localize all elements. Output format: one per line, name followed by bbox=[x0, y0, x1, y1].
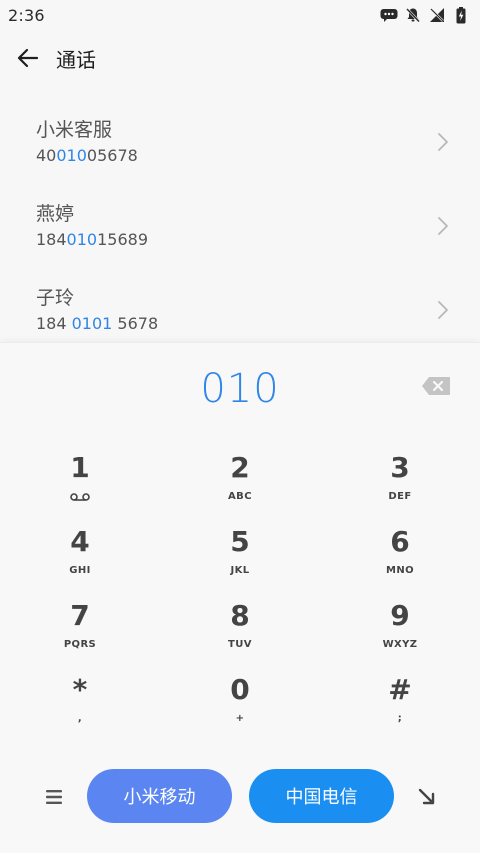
entered-number: 010 bbox=[200, 366, 280, 412]
call-sim2-button[interactable]: 中国电信 bbox=[249, 769, 394, 823]
key-digit: 4 bbox=[70, 525, 90, 558]
key-digit: 5 bbox=[230, 525, 250, 558]
key-5[interactable]: 5 JKL bbox=[160, 521, 320, 595]
number-match-highlight: 0101 bbox=[71, 314, 113, 333]
contact-row[interactable]: 子玲 184 0101 5678 bbox=[0, 268, 480, 352]
key-8[interactable]: 8 TUV bbox=[160, 595, 320, 669]
key-letters: PQRS bbox=[63, 639, 97, 650]
chevron-right-icon[interactable] bbox=[436, 300, 450, 320]
contact-suggestion-list: 小米客服 4001005678 燕婷 18401015689 子玲 184 01… bbox=[0, 100, 480, 352]
key-letters: + bbox=[235, 713, 245, 724]
key-digit: 8 bbox=[230, 599, 250, 632]
key-3[interactable]: 3 DEF bbox=[320, 447, 480, 521]
contact-name: 燕婷 bbox=[36, 203, 75, 225]
key-digit: # bbox=[388, 673, 412, 706]
back-button[interactable] bbox=[2, 30, 54, 86]
app-bar: 通话 bbox=[0, 30, 480, 86]
number-part: 184 bbox=[36, 314, 72, 333]
key-digit: 0 bbox=[230, 673, 250, 706]
contact-row[interactable]: 燕婷 18401015689 bbox=[0, 184, 480, 268]
contact-text: 小米客服 4001005678 bbox=[36, 117, 138, 167]
key-letters: ; bbox=[397, 713, 403, 724]
key-digit: 7 bbox=[70, 599, 90, 632]
key-9[interactable]: 9 WXYZ bbox=[320, 595, 480, 669]
key-letters: TUV bbox=[228, 639, 252, 650]
no-signal-icon bbox=[428, 6, 446, 24]
status-bar: 2:36 bbox=[0, 0, 480, 30]
status-time: 2:36 bbox=[8, 5, 45, 25]
key-letters: GHI bbox=[69, 565, 91, 576]
collapse-dialpad-button[interactable] bbox=[412, 783, 442, 811]
contact-name: 小米客服 bbox=[36, 119, 113, 141]
key-letters: JKL bbox=[230, 565, 250, 576]
key-letters: WXYZ bbox=[382, 639, 418, 650]
key-7[interactable]: 7 PQRS bbox=[0, 595, 160, 669]
key-4[interactable]: 4 GHI bbox=[0, 521, 160, 595]
contact-name: 子玲 bbox=[36, 287, 75, 309]
key-hash[interactable]: # ; bbox=[320, 669, 480, 743]
key-digit: 3 bbox=[390, 451, 410, 484]
key-6[interactable]: 6 MNO bbox=[320, 521, 480, 595]
page-title: 通话 bbox=[56, 47, 96, 72]
contact-number: 184 0101 5678 bbox=[36, 313, 158, 335]
key-letters: ABC bbox=[228, 491, 252, 502]
call-sim1-button[interactable]: 小米移动 bbox=[87, 769, 232, 823]
voicemail-icon bbox=[70, 491, 90, 503]
number-part: 05678 bbox=[86, 146, 138, 165]
key-digit: 2 bbox=[230, 451, 250, 484]
key-letters: , bbox=[77, 713, 83, 724]
status-icons bbox=[380, 6, 470, 24]
chevron-right-icon[interactable] bbox=[436, 132, 450, 152]
chat-bubble-icon bbox=[380, 6, 398, 24]
key-letters: DEF bbox=[388, 491, 412, 502]
number-part: 15689 bbox=[97, 230, 148, 249]
battery-charging-icon bbox=[452, 6, 470, 24]
dialpad-panel: 010 1 2 ABC 3 DEF 4 GHI 5 JKL 6 MNO 7 PQ… bbox=[0, 342, 480, 853]
number-part: 40 bbox=[36, 146, 57, 165]
keypad: 1 2 ABC 3 DEF 4 GHI 5 JKL 6 MNO 7 PQRS 8… bbox=[0, 447, 480, 743]
number-match-highlight: 010 bbox=[66, 230, 98, 249]
key-2[interactable]: 2 ABC bbox=[160, 447, 320, 521]
menu-icon bbox=[46, 790, 62, 804]
key-1[interactable]: 1 bbox=[0, 447, 160, 521]
bell-off-icon bbox=[404, 6, 422, 24]
backspace-icon bbox=[422, 377, 450, 395]
menu-button[interactable] bbox=[38, 783, 70, 811]
dial-display[interactable]: 010 bbox=[0, 361, 480, 417]
key-digit: * bbox=[72, 673, 88, 706]
arrow-down-right-icon bbox=[418, 788, 435, 805]
number-part: 5678 bbox=[112, 314, 159, 333]
contact-text: 子玲 184 0101 5678 bbox=[36, 285, 158, 335]
chevron-right-icon[interactable] bbox=[436, 216, 450, 236]
number-match-highlight: 010 bbox=[56, 146, 87, 165]
key-letters: MNO bbox=[385, 565, 415, 576]
contact-row[interactable]: 小米客服 4001005678 bbox=[0, 100, 480, 184]
key-digit: 6 bbox=[390, 525, 410, 558]
number-part: 184 bbox=[36, 230, 67, 249]
backspace-button[interactable] bbox=[420, 374, 452, 398]
dial-action-bar: 小米移动 中国电信 bbox=[0, 769, 480, 825]
contact-text: 燕婷 18401015689 bbox=[36, 201, 148, 251]
key-star[interactable]: * , bbox=[0, 669, 160, 743]
key-digit: 9 bbox=[390, 599, 410, 632]
arrow-left-icon bbox=[17, 48, 39, 68]
key-digit: 1 bbox=[70, 451, 90, 484]
contact-number: 18401015689 bbox=[36, 229, 148, 251]
key-0[interactable]: 0 + bbox=[160, 669, 320, 743]
contact-number: 4001005678 bbox=[36, 145, 138, 167]
